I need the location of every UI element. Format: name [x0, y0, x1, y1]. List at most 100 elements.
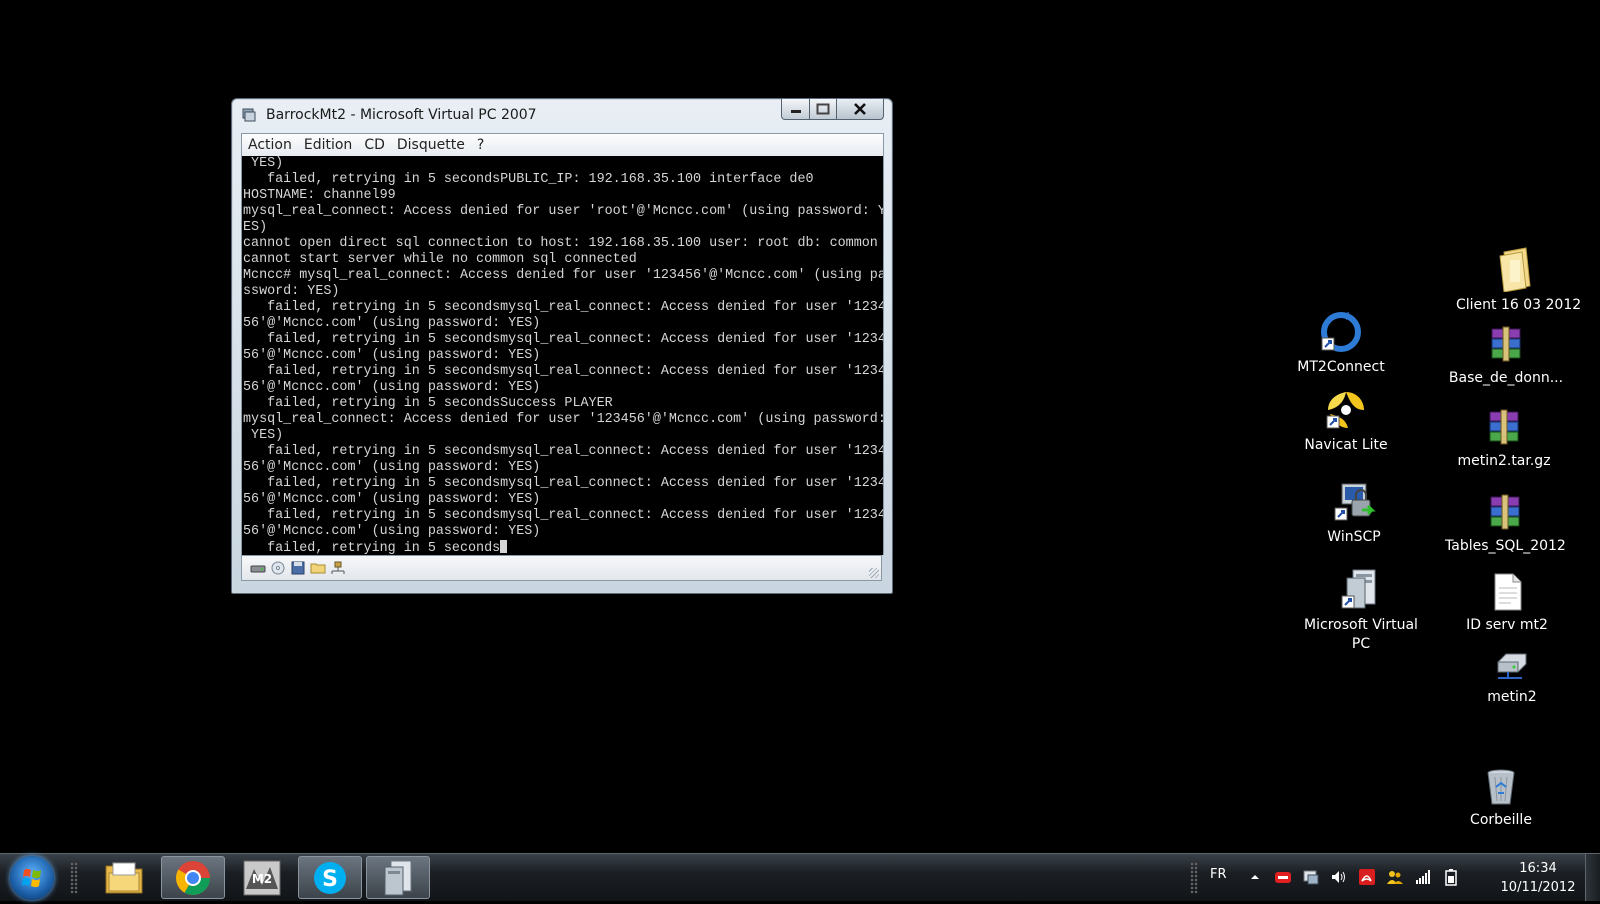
resize-grip[interactable]	[869, 568, 879, 578]
virtual-pc-window[interactable]: BarrockMt2 - Microsoft Virtual PC 2007 A…	[231, 98, 893, 594]
desktop-icon-base-de-donnees[interactable]: Base_de_donn...	[1446, 325, 1566, 388]
vm-console[interactable]: YES) failed, retrying in 5 secondsPUBLIC…	[241, 156, 884, 555]
metin2-game-icon: M2	[243, 860, 281, 895]
skype-icon: S	[314, 861, 346, 894]
close-icon	[854, 103, 866, 115]
menu-action[interactable]: Action	[242, 137, 298, 153]
vm-status-bar	[241, 555, 882, 581]
maximize-button[interactable]	[810, 99, 837, 120]
windows-logo-icon	[22, 868, 41, 888]
menu-disquette[interactable]: Disquette	[391, 137, 471, 153]
console-output: YES) failed, retrying in 5 secondsPUBLIC…	[242, 156, 883, 555]
taskbar-chrome[interactable]	[161, 856, 225, 899]
console-line: failed, retrying in 5 seconds	[243, 541, 501, 555]
virtual-pc-icon	[384, 860, 412, 895]
recycle-bin-icon	[1487, 769, 1515, 805]
console-line: cannot open direct sql connection to hos…	[243, 236, 878, 251]
console-line: 56'@'Mcncc.com' (using password: YES)	[243, 348, 541, 363]
show-hidden-icons-icon[interactable]	[1246, 868, 1264, 886]
desktop-icon-navicat[interactable]: Navicat Lite	[1286, 388, 1406, 455]
console-line: failed, retrying in 5 secondsSuccess PLA…	[243, 396, 613, 411]
console-line: cannot start server while no common sql …	[243, 252, 637, 267]
winrar-archive-icon	[1489, 409, 1519, 445]
desktop-icon-recycle-bin[interactable]: Corbeille	[1441, 767, 1561, 830]
minimize-icon	[790, 110, 801, 113]
console-line: YES)	[243, 156, 284, 171]
battery-icon[interactable]	[1442, 868, 1460, 886]
close-button[interactable]	[837, 99, 884, 120]
console-line: 56'@'Mcncc.com' (using password: YES)	[243, 460, 541, 475]
chrome-icon	[176, 860, 210, 895]
taskbar-virtual-pc[interactable]	[366, 856, 430, 899]
desktop-icon-mt2connect[interactable]: MT2Connect	[1281, 310, 1401, 377]
desktop-icon-label: Navicat Lite	[1304, 437, 1388, 453]
navicat-icon	[1326, 392, 1364, 429]
console-line: YES)	[243, 428, 284, 443]
language-indicator[interactable]: FR	[1210, 867, 1227, 882]
clock[interactable]: 16:34 10/11/2012	[1492, 859, 1584, 897]
desktop-icon-label: Client 16 03 2012	[1456, 297, 1582, 313]
menu-help[interactable]: ?	[471, 137, 490, 153]
network-drive-icon	[1497, 653, 1527, 679]
desktop-icon-tables-sql[interactable]: Tables_SQL_2012	[1445, 493, 1566, 556]
hard-disk-icon[interactable]	[250, 561, 266, 575]
console-line: 56'@'Mcncc.com' (using password: YES)	[243, 492, 541, 507]
shared-folder-icon[interactable]	[310, 561, 326, 575]
svg-text:M2: M2	[252, 872, 272, 886]
clock-time: 16:34	[1519, 861, 1557, 876]
console-line: failed, retrying in 5 secondsmysql_real_…	[243, 364, 884, 379]
mt2connect-icon	[1321, 312, 1361, 352]
winrar-archive-icon	[1491, 326, 1521, 362]
console-line: failed, retrying in 5 secondsmysql_real_…	[243, 332, 884, 347]
adobe-reader-icon[interactable]	[1358, 868, 1376, 886]
console-line: ssword: YES)	[243, 284, 340, 299]
window-title: BarrockMt2 - Microsoft Virtual PC 2007	[266, 107, 537, 123]
floppy-icon[interactable]	[290, 561, 306, 575]
window-titlebar[interactable]: BarrockMt2 - Microsoft Virtual PC 2007	[232, 99, 892, 133]
desktop-icon-label: Corbeille	[1470, 812, 1532, 828]
console-line: 56'@'Mcncc.com' (using password: YES)	[243, 524, 541, 539]
desktop-icon-microsoft-virtual-pc[interactable]: Microsoft Virtual PC	[1301, 568, 1421, 654]
winscp-icon	[1334, 483, 1376, 521]
taskbar-grip[interactable]	[70, 862, 78, 894]
tray-grip[interactable]	[1190, 862, 1198, 894]
menu-cd[interactable]: CD	[358, 137, 391, 153]
console-line: failed, retrying in 5 secondsPUBLIC_IP: …	[243, 172, 814, 187]
svg-text:S: S	[322, 867, 338, 892]
stop-sign-icon[interactable]	[1274, 868, 1292, 886]
menu-edition[interactable]: Edition	[298, 137, 358, 153]
minimize-button[interactable]	[781, 99, 810, 120]
desktop-icon-metin2-drive[interactable]: metin2	[1452, 648, 1572, 707]
network-icon[interactable]	[330, 561, 346, 575]
taskbar-explorer[interactable]	[92, 856, 156, 899]
start-button[interactable]	[10, 856, 54, 900]
show-desktop-button[interactable]	[1585, 854, 1600, 901]
desktop-icon-winscp[interactable]: WinSCP	[1294, 480, 1414, 547]
desktop-icon-client[interactable]: Client 16 03 2012	[1456, 246, 1582, 315]
desktop-icon-label: Tables_SQL_2012	[1445, 538, 1566, 554]
taskbar-skype[interactable]: S	[298, 856, 362, 899]
maximize-icon	[816, 103, 830, 115]
desktop-icon-label: WinSCP	[1327, 529, 1381, 545]
desktop-icon-metin2-tar-gz[interactable]: metin2.tar.gz	[1444, 408, 1564, 471]
desktop-icon-label: metin2.tar.gz	[1457, 453, 1551, 469]
console-line: failed, retrying in 5 secondsmysql_real_…	[243, 444, 884, 459]
taskbar: M2 S FR 16:34 10/11/2012	[0, 853, 1600, 901]
console-line: 56'@'Mcncc.com' (using password: YES)	[243, 380, 541, 395]
wifi-signal-icon[interactable]	[1414, 868, 1432, 886]
taskbar-metin2-game[interactable]: M2	[230, 856, 294, 899]
winrar-archive-icon	[1490, 494, 1520, 530]
users-icon[interactable]	[1386, 868, 1404, 886]
desktop-icon-label: Base_de_donn...	[1448, 370, 1564, 386]
cd-icon[interactable]	[270, 561, 286, 575]
network-drive-tray-icon[interactable]	[1302, 868, 1320, 886]
console-line: failed, retrying in 5 secondsmysql_real_…	[243, 476, 884, 491]
desktop-icon-id-serv-mt2[interactable]: ID serv mt2	[1447, 572, 1567, 635]
virtual-pc-icon	[1341, 569, 1376, 609]
volume-icon[interactable]	[1330, 868, 1348, 886]
desktop-icon-label: metin2	[1487, 689, 1537, 705]
console-line: mysql_real_connect: Access denied for us…	[243, 204, 884, 219]
console-cursor	[500, 540, 508, 553]
console-line: failed, retrying in 5 secondsmysql_real_…	[243, 508, 884, 523]
console-line: mysql_real_connect: Access denied for us…	[243, 412, 884, 427]
